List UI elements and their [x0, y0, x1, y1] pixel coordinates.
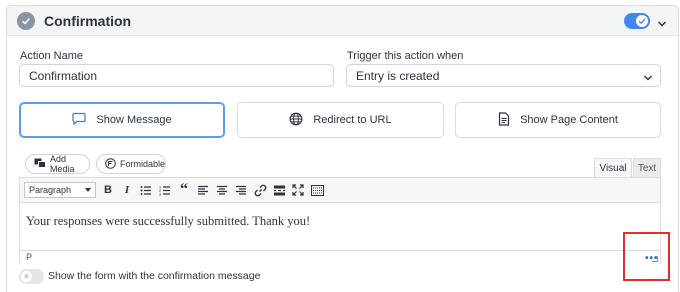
bold-icon[interactable]: B — [101, 183, 115, 197]
formidable-logo-icon — [105, 157, 116, 171]
panel-title: Confirmation — [44, 13, 132, 29]
read-more-icon[interactable] — [272, 183, 286, 197]
message-editor: Paragraph B I 123 “ Your responses were … — [19, 177, 661, 264]
show-form-toggle[interactable]: × — [19, 269, 44, 284]
chevron-down-icon — [643, 71, 653, 85]
show-page-content-label: Show Page Content — [520, 114, 618, 126]
show-form-label: Show the form with the confirmation mess… — [48, 270, 261, 282]
link-icon[interactable] — [253, 183, 267, 197]
editor-status-bar: P ••• — [20, 250, 660, 264]
action-enabled-toggle[interactable] — [624, 13, 650, 29]
align-center-icon[interactable] — [215, 183, 229, 197]
highlight-box — [623, 232, 670, 281]
svg-text:3: 3 — [159, 192, 161, 196]
align-left-icon[interactable] — [196, 183, 210, 197]
check-icon — [17, 12, 35, 30]
trigger-select-value: Entry is created — [356, 69, 440, 83]
action-name-input[interactable]: Confirmation — [19, 64, 334, 87]
add-media-label: Add Media — [50, 154, 75, 174]
tab-text[interactable]: Text — [633, 158, 661, 177]
italic-icon[interactable]: I — [120, 183, 134, 197]
paragraph-format-select[interactable]: Paragraph — [24, 182, 96, 198]
trigger-select[interactable]: Entry is created — [346, 64, 661, 87]
format-select-value: Paragraph — [29, 185, 72, 195]
blockquote-icon[interactable]: “ — [177, 181, 191, 198]
element-path[interactable]: P — [26, 252, 32, 262]
toolbar-toggle-icon[interactable] — [310, 183, 324, 197]
redirect-to-url-label: Redirect to URL — [313, 114, 392, 126]
dropdown-arrow-icon — [85, 188, 91, 192]
show-message-label: Show Message — [96, 114, 172, 126]
toggle-x-icon: × — [21, 271, 32, 282]
numbered-list-icon[interactable]: 123 — [158, 183, 172, 197]
add-media-button[interactable]: Add Media — [25, 154, 90, 174]
document-icon — [498, 111, 510, 129]
formidable-label: Formidable — [120, 159, 166, 169]
message-bubble-icon — [72, 112, 86, 128]
fullscreen-icon[interactable] — [291, 183, 305, 197]
editor-toolbar: Paragraph B I 123 “ — [20, 178, 660, 203]
toggle-check-icon — [636, 15, 648, 27]
panel-header[interactable]: Confirmation — [7, 6, 678, 36]
trigger-label: Trigger this action when — [347, 50, 464, 62]
action-name-label: Action Name — [20, 50, 83, 62]
align-right-icon[interactable] — [234, 183, 248, 197]
collapse-chevron-icon[interactable] — [657, 15, 667, 33]
formidable-button[interactable]: Formidable — [96, 154, 166, 174]
show-page-content-button[interactable]: Show Page Content — [455, 102, 661, 138]
globe-icon — [289, 112, 303, 129]
tab-visual[interactable]: Visual — [594, 158, 632, 177]
bulleted-list-icon[interactable] — [139, 183, 153, 197]
redirect-to-url-button[interactable]: Redirect to URL — [237, 102, 444, 138]
show-message-button[interactable]: Show Message — [19, 102, 225, 138]
media-icon — [34, 158, 46, 170]
editor-content[interactable]: Your responses were successfully submitt… — [26, 214, 310, 229]
